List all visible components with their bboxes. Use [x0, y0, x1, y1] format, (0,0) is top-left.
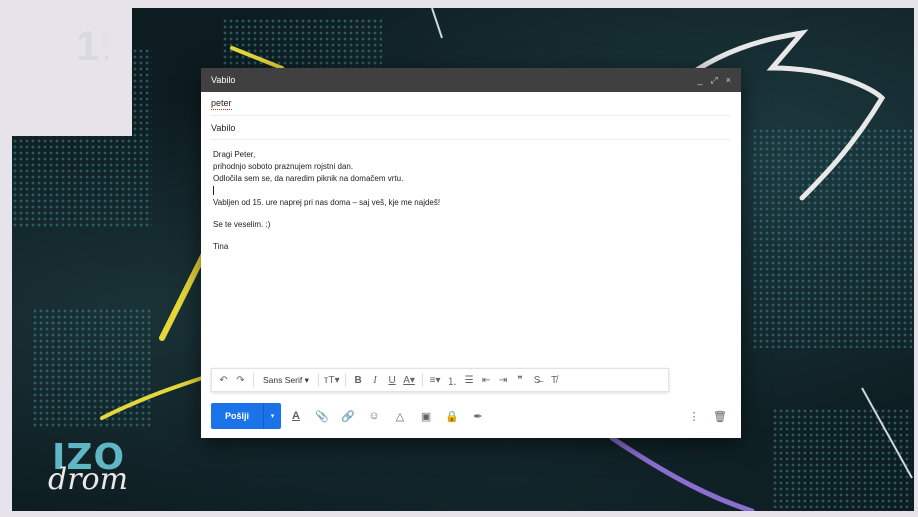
- text-color-icon[interactable]: A▾: [402, 371, 417, 389]
- more-options-icon[interactable]: ⋮: [683, 405, 705, 427]
- font-family-label: Sans Serif: [263, 375, 303, 385]
- compose-action-bar: Pošlji ▾ A 📎 🔗 ☺ △ ▣ 🔒 ✒ ⋮ 🗑: [211, 403, 731, 429]
- subject-field[interactable]: Vabilo: [211, 116, 731, 140]
- chevron-down-icon: ▾: [304, 374, 309, 385]
- channel-number: 1: [76, 22, 100, 69]
- text-size-icon[interactable]: тT▾: [324, 371, 340, 389]
- toolbar-divider: [421, 373, 423, 387]
- underline-button[interactable]: U: [385, 371, 400, 389]
- body-gap: [213, 231, 729, 241]
- link-icon[interactable]: 🔗: [337, 405, 359, 427]
- formatting-toolbar: ↶ ↷ Sans Serif ▾ тT▾ B I U A▾ ≡▾ ⒈ ☰ ⇤ ⇥…: [211, 368, 669, 392]
- font-family-select[interactable]: Sans Serif ▾: [259, 371, 313, 389]
- emoji-icon[interactable]: ☺: [363, 405, 385, 427]
- send-button[interactable]: Pošlji: [211, 403, 263, 429]
- to-field[interactable]: peter: [211, 92, 731, 116]
- formatting-toggle-icon[interactable]: A: [285, 405, 307, 427]
- body-line: Tina: [213, 242, 229, 251]
- send-button-group: Pošlji ▾: [211, 403, 282, 429]
- strikethrough-icon[interactable]: S̶: [530, 371, 545, 389]
- align-icon[interactable]: ≡▾: [428, 371, 443, 389]
- channel-logo: 1 ■ ŽIVO: [76, 22, 122, 70]
- quote-icon[interactable]: ❞: [513, 371, 528, 389]
- discard-icon[interactable]: 🗑: [709, 405, 731, 427]
- text-caret: [213, 186, 214, 196]
- recipient-chip[interactable]: peter: [211, 98, 232, 110]
- show-logo: IZO drom: [48, 440, 158, 500]
- live-label: ■ ŽIVO: [103, 32, 110, 61]
- body-line: Vabljen od 15. ure naprej pri nas doma –…: [213, 198, 441, 207]
- bold-button[interactable]: B: [351, 371, 366, 389]
- indent-more-icon[interactable]: ⇥: [496, 371, 511, 389]
- body-line: Odločila sem se, da naredim piknik na do…: [213, 174, 404, 183]
- show-logo-bottom: drom: [48, 462, 129, 497]
- compose-titlebar[interactable]: Vabilo _ ⤢ ×: [201, 68, 741, 92]
- numbered-list-icon[interactable]: ⒈: [445, 371, 460, 389]
- subject-value: Vabilo: [211, 122, 236, 133]
- message-body[interactable]: Dragi Peter, prihodnjo soboto praznujem …: [201, 140, 741, 253]
- body-line: prihodnjo soboto praznujem rojstni dan.: [213, 162, 354, 171]
- compose-window: Vabilo _ ⤢ × peter Vabilo Dragi Peter, p…: [201, 68, 741, 438]
- send-options-icon[interactable]: ▾: [263, 403, 281, 429]
- close-icon[interactable]: ×: [726, 75, 731, 85]
- toolbar-divider: [253, 373, 254, 387]
- attach-icon[interactable]: 📎: [311, 405, 333, 427]
- minimize-icon[interactable]: _: [698, 75, 703, 85]
- body-line: Se te veselim. :): [213, 220, 271, 229]
- signature-icon[interactable]: ✒: [467, 405, 489, 427]
- undo-icon[interactable]: ↶: [216, 371, 231, 389]
- toolbar-divider: [344, 373, 346, 387]
- body-line: Dragi Peter,: [213, 150, 256, 159]
- lock-icon[interactable]: 🔒: [441, 405, 463, 427]
- drive-icon[interactable]: △: [389, 405, 411, 427]
- bulleted-list-icon[interactable]: ☰: [462, 371, 477, 389]
- italic-button[interactable]: I: [368, 371, 383, 389]
- redo-icon[interactable]: ↷: [233, 371, 248, 389]
- clear-formatting-icon[interactable]: T̸: [547, 371, 562, 389]
- text-cursor-line: [213, 185, 729, 197]
- body-gap: [213, 209, 729, 219]
- photo-icon[interactable]: ▣: [415, 405, 437, 427]
- fullscreen-icon[interactable]: ⤢: [711, 75, 718, 86]
- compose-title: Vabilo: [211, 75, 236, 85]
- indent-less-icon[interactable]: ⇤: [479, 371, 494, 389]
- toolbar-divider: [317, 373, 319, 387]
